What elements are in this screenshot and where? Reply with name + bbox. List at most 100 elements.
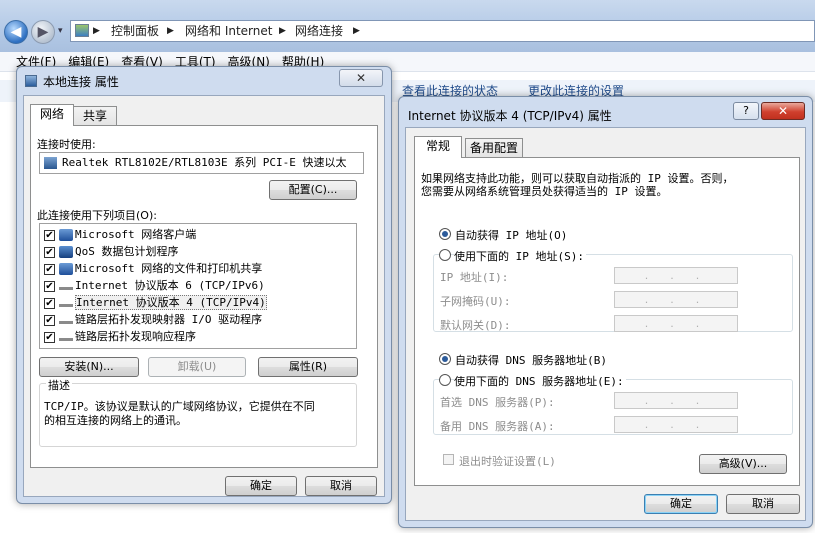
protocol-icon xyxy=(59,286,73,290)
default-gateway-field[interactable]: ... xyxy=(614,315,738,332)
item-name: Microsoft 网络的文件和打印机共享 xyxy=(75,262,263,275)
intro-text-line2: 您需要从网络系统管理员处获得适当的 IP 设置。 xyxy=(421,185,668,198)
item-name: 链路层拓扑发现映射器 I/O 驱动程序 xyxy=(75,313,263,326)
tab-network[interactable]: 网络 xyxy=(30,104,74,126)
dialog-body: 常规 备用配置 如果网络支持此功能，则可以获取自动指派的 IP 设置。否则， 您… xyxy=(405,127,806,521)
preferred-dns-field[interactable]: ... xyxy=(614,392,738,409)
breadcrumb[interactable]: ▶ 控制面板 ▶ 网络和 Internet ▶ 网络连接 ▶ xyxy=(70,20,815,42)
subnet-mask-label: 子网掩码(U): xyxy=(440,295,511,308)
manual-ip-group: 使用下面的 IP 地址(S): IP 地址(I): ... 子网掩码(U): .… xyxy=(433,248,793,332)
validate-on-exit-checkbox[interactable] xyxy=(443,454,454,465)
manual-dns-label[interactable]: 使用下面的 DNS 服务器地址(E): xyxy=(454,373,626,389)
description-group: 描述 TCP/IP。该协议是默认的广域网络协议，它提供在不同 的相互连接的网络上… xyxy=(39,377,357,447)
configure-button[interactable]: 配置(C)... xyxy=(269,180,357,200)
protocol-icon xyxy=(59,337,73,341)
help-button[interactable]: ? xyxy=(733,102,759,120)
dialog-body: 网络 共享 连接时使用: Realtek RTL8102E/RTL8103E 系… xyxy=(23,95,385,497)
auto-dns-radio[interactable] xyxy=(439,353,451,365)
install-button[interactable]: 安装(N)... xyxy=(39,357,139,377)
item-name: Internet 协议版本 4 (TCP/IPv4) xyxy=(75,295,267,310)
breadcrumb-separator-icon: ▶ xyxy=(93,26,100,36)
address-toolbar: ◀ ▶ ▾ ▶ 控制面板 ▶ 网络和 Internet ▶ 网络连接 ▶ xyxy=(0,0,815,52)
list-item[interactable]: ✔ Microsoft 网络的文件和打印机共享 xyxy=(44,260,262,277)
item-name: Microsoft 网络客户端 xyxy=(75,228,197,241)
ok-button[interactable]: 确定 xyxy=(644,494,718,514)
breadcrumb-separator-icon: ▶ xyxy=(279,26,286,36)
advanced-button[interactable]: 高级(V)... xyxy=(699,454,787,474)
help-icon: ? xyxy=(743,104,749,117)
item-checkbox[interactable]: ✔ xyxy=(44,331,55,343)
description-text-line2: 的相互连接的网络上的通讯。 xyxy=(44,414,187,427)
manual-dns-radio[interactable] xyxy=(439,374,451,386)
auto-ip-radio[interactable] xyxy=(439,228,451,240)
auto-ip-label[interactable]: 自动获得 IP 地址(O) xyxy=(455,227,567,243)
item-checkbox[interactable]: ✔ xyxy=(44,280,55,292)
items-list[interactable]: ✔ Microsoft 网络客户端 ✔ QoS 数据包计划程序 ✔ Microsoft… xyxy=(39,223,357,349)
ip-address-field[interactable]: ... xyxy=(614,267,738,284)
network-client-icon xyxy=(59,229,73,241)
items-label: 此连接使用下列项目(O): xyxy=(37,209,157,222)
default-gateway-label: 默认网关(D): xyxy=(440,319,511,332)
alternate-dns-label: 备用 DNS 服务器(A): xyxy=(440,420,555,433)
ipv4-properties-dialog: Internet 协议版本 4 (TCP/IPv4) 属性 ? ✕ 常规 备用配… xyxy=(398,96,813,528)
dialog-title: 本地连接 属性 xyxy=(43,75,119,89)
control-panel-icon xyxy=(75,24,89,37)
close-button[interactable]: ✕ xyxy=(761,102,805,120)
tab-alternate-config[interactable]: 备用配置 xyxy=(465,138,523,158)
protocol-icon xyxy=(59,320,73,324)
list-item[interactable]: ✔ 链路层拓扑发现响应程序 xyxy=(44,328,196,345)
dialog-title: Internet 协议版本 4 (TCP/IPv4) 属性 xyxy=(408,109,612,123)
close-icon: ✕ xyxy=(355,71,367,85)
file-share-icon xyxy=(59,263,73,275)
breadcrumb-item-network-internet[interactable]: 网络和 Internet xyxy=(185,21,272,41)
network-adapter-icon xyxy=(44,157,57,169)
close-button[interactable]: ✕ xyxy=(339,69,383,87)
uninstall-button[interactable]: 卸载(U) xyxy=(148,357,246,377)
tab-general[interactable]: 常规 xyxy=(414,136,462,158)
item-name: QoS 数据包计划程序 xyxy=(75,245,179,258)
manual-ip-radio[interactable] xyxy=(439,249,451,261)
close-icon: ✕ xyxy=(777,104,789,118)
preferred-dns-label: 首选 DNS 服务器(P): xyxy=(440,396,555,409)
manual-ip-label[interactable]: 使用下面的 IP 地址(S): xyxy=(454,248,586,264)
qos-icon xyxy=(59,246,73,258)
alternate-dns-field[interactable]: ... xyxy=(614,416,738,433)
network-adapter-icon xyxy=(25,75,37,87)
tab-sharing[interactable]: 共享 xyxy=(73,106,117,126)
description-label: 描述 xyxy=(46,377,72,393)
ip-address-label: IP 地址(I): xyxy=(440,271,509,284)
list-item[interactable]: ✔ Microsoft 网络客户端 xyxy=(44,226,196,243)
item-name: 链路层拓扑发现响应程序 xyxy=(75,330,196,343)
connect-using-label: 连接时使用: xyxy=(37,138,96,151)
forward-button[interactable]: ▶ xyxy=(31,20,55,44)
recent-pages-icon[interactable]: ▾ xyxy=(58,26,63,36)
lan-properties-dialog: 本地连接 属性 ✕ 网络 共享 连接时使用: Realtek RTL8102E/… xyxy=(16,66,392,504)
properties-button[interactable]: 属性(R) xyxy=(258,357,358,377)
item-checkbox[interactable]: ✔ xyxy=(44,229,55,241)
adapter-field: Realtek RTL8102E/RTL8103E 系列 PCI-E 快速以太 xyxy=(39,152,364,174)
breadcrumb-item-control-panel[interactable]: 控制面板 xyxy=(111,21,159,41)
breadcrumb-separator-icon: ▶ xyxy=(353,26,360,36)
cancel-button[interactable]: 取消 xyxy=(305,476,377,496)
cancel-button[interactable]: 取消 xyxy=(726,494,800,514)
back-button[interactable]: ◀ xyxy=(4,20,28,44)
item-checkbox[interactable]: ✔ xyxy=(44,263,55,275)
manual-dns-group: 使用下面的 DNS 服务器地址(E): 首选 DNS 服务器(P): ... 备… xyxy=(433,373,793,435)
validate-on-exit-label[interactable]: 退出时验证设置(L) xyxy=(459,453,556,469)
auto-dns-label[interactable]: 自动获得 DNS 服务器地址(B) xyxy=(455,352,607,368)
ok-button[interactable]: 确定 xyxy=(225,476,297,496)
list-item[interactable]: ✔ Internet 协议版本 4 (TCP/IPv4) xyxy=(44,294,267,311)
subnet-mask-field[interactable]: ... xyxy=(614,291,738,308)
item-checkbox[interactable]: ✔ xyxy=(44,314,55,326)
breadcrumb-separator-icon: ▶ xyxy=(167,26,174,36)
item-checkbox[interactable]: ✔ xyxy=(44,246,55,258)
general-tab-panel: 如果网络支持此功能，则可以获取自动指派的 IP 设置。否则， 您需要从网络系统管… xyxy=(414,157,800,486)
breadcrumb-item-network-connections[interactable]: 网络连接 xyxy=(295,21,343,41)
list-item[interactable]: ✔ QoS 数据包计划程序 xyxy=(44,243,179,260)
list-item[interactable]: ✔ Internet 协议版本 6 (TCP/IPv6) xyxy=(44,277,265,294)
list-item[interactable]: ✔ 链路层拓扑发现映射器 I/O 驱动程序 xyxy=(44,311,262,328)
adapter-name: Realtek RTL8102E/RTL8103E 系列 PCI-E 快速以太 xyxy=(62,156,347,169)
item-checkbox[interactable]: ✔ xyxy=(44,297,55,309)
item-name: Internet 协议版本 6 (TCP/IPv6) xyxy=(75,279,265,292)
network-tab-panel: 连接时使用: Realtek RTL8102E/RTL8103E 系列 PCI-… xyxy=(30,125,378,468)
